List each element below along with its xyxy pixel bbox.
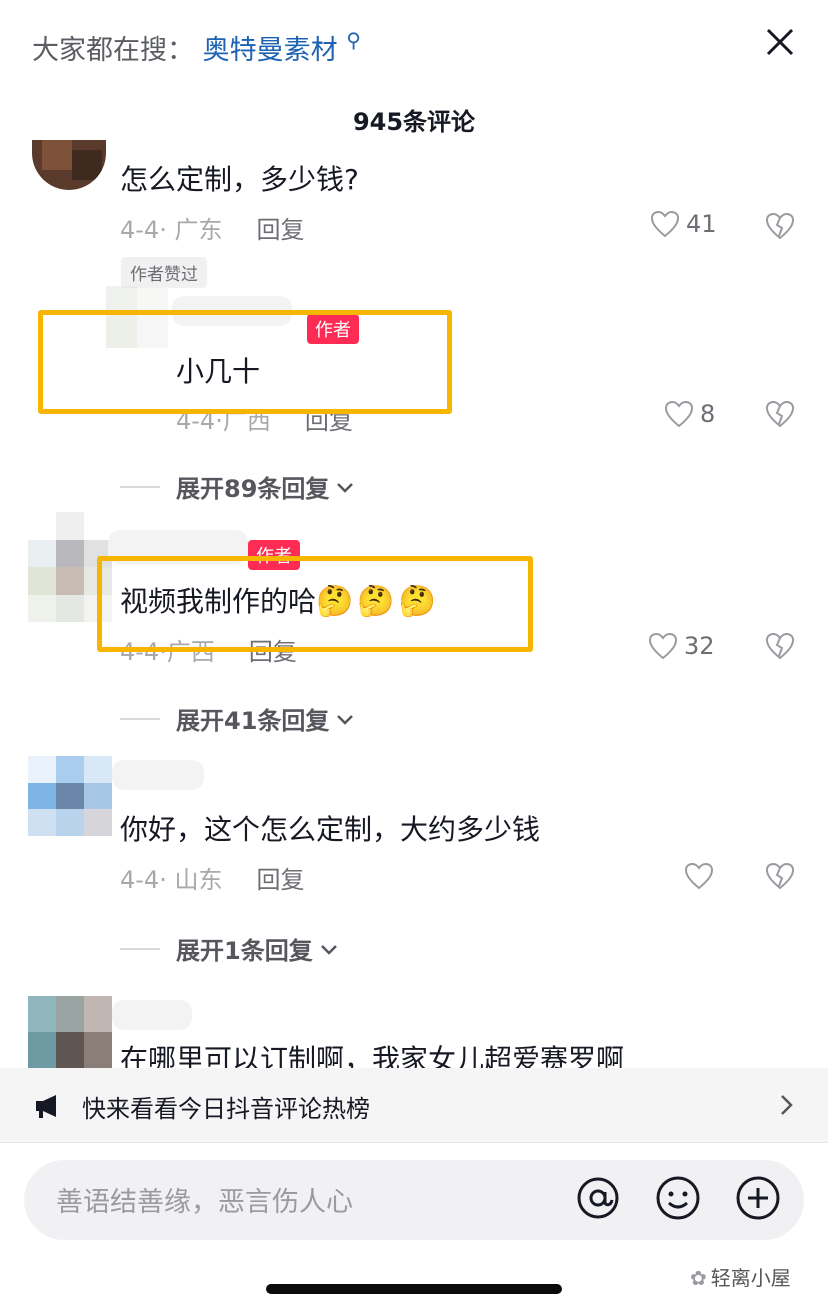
like-button[interactable]: 8	[664, 400, 715, 428]
expand-replies-button[interactable]: 展开1条回复	[120, 931, 341, 966]
like-count: 41	[686, 210, 717, 238]
like-count: 32	[684, 632, 715, 660]
hot-list-text: 快来看看今日抖音评论热榜	[82, 1095, 370, 1123]
search-keyword[interactable]: 奥特曼素材	[203, 35, 338, 66]
dislike-button[interactable]	[765, 632, 795, 664]
add-button[interactable]	[734, 1174, 782, 1226]
reply-button[interactable]: 回复	[256, 216, 304, 244]
search-icon: ⚲	[346, 28, 361, 52]
plus-circle-icon	[736, 1176, 780, 1220]
highlight-box	[97, 556, 533, 652]
like-button[interactable]: 41	[650, 210, 717, 238]
dislike-button[interactable]	[765, 862, 795, 894]
broken-heart-icon	[765, 632, 795, 660]
broken-heart-icon	[765, 400, 795, 428]
like-button[interactable]: 32	[648, 632, 715, 660]
chevron-down-icon	[337, 714, 354, 725]
chevron-down-icon	[320, 944, 337, 955]
at-icon	[577, 1177, 619, 1219]
comment-meta: 4-4· 山东 回复	[120, 860, 304, 895]
like-count: 8	[700, 400, 716, 428]
watermark-text: 轻离小屋	[710, 1266, 791, 1290]
heart-icon	[648, 632, 678, 660]
close-button[interactable]	[756, 18, 804, 66]
like-button[interactable]	[684, 862, 714, 894]
watermark: ✿ 轻离小屋	[690, 1262, 791, 1291]
avatar[interactable]	[28, 996, 112, 1068]
avatar[interactable]	[28, 756, 112, 836]
heart-icon	[650, 210, 680, 238]
megaphone-icon	[34, 1092, 64, 1124]
author-liked-tag: 作者赞过	[121, 257, 207, 288]
expand-label: 展开1条回复	[176, 937, 313, 965]
broken-heart-icon	[765, 862, 795, 890]
avatar[interactable]	[32, 140, 106, 190]
emoji-button[interactable]	[654, 1174, 702, 1226]
dislike-button[interactable]	[765, 212, 795, 244]
at-mention-button[interactable]	[574, 1174, 622, 1226]
comment-meta: 4-4· 广东 回复	[120, 210, 304, 245]
reply-button[interactable]: 回复	[256, 866, 304, 894]
dislike-button[interactable]	[765, 400, 795, 432]
chevron-down-icon	[337, 482, 354, 493]
username[interactable]	[112, 1000, 192, 1030]
username[interactable]	[112, 760, 204, 790]
expand-replies-button[interactable]: 展开89条回复	[120, 469, 357, 504]
comment-count-title: 945条评论	[352, 108, 476, 136]
chevron-right-icon[interactable]	[774, 1092, 798, 1122]
comment-text: 怎么定制，多少钱?	[120, 163, 359, 196]
heart-icon	[684, 862, 714, 890]
broken-heart-icon	[765, 212, 795, 240]
expand-label: 展开89条回复	[176, 475, 330, 503]
comment-text: 你好，这个怎么定制，大约多少钱	[120, 813, 541, 846]
search-suggestion[interactable]: 大家都在搜： 奥特曼素材 ⚲	[32, 28, 361, 67]
comment-input-placeholder: 善语结善缘，恶言伤人心	[56, 1187, 353, 1218]
date-location: 4-4· 山东	[120, 866, 223, 894]
expand-replies-button[interactable]: 展开41条回复	[120, 701, 357, 736]
expand-label: 展开41条回复	[176, 707, 330, 735]
heart-icon	[664, 400, 694, 428]
smiley-icon	[656, 1176, 700, 1220]
home-indicator[interactable]	[266, 1284, 562, 1294]
wechat-icon: ✿	[690, 1266, 707, 1290]
search-prefix: 大家都在搜：	[32, 35, 194, 66]
highlight-box	[38, 310, 452, 414]
close-icon	[766, 28, 794, 56]
date-location: 4-4· 广东	[120, 216, 223, 244]
